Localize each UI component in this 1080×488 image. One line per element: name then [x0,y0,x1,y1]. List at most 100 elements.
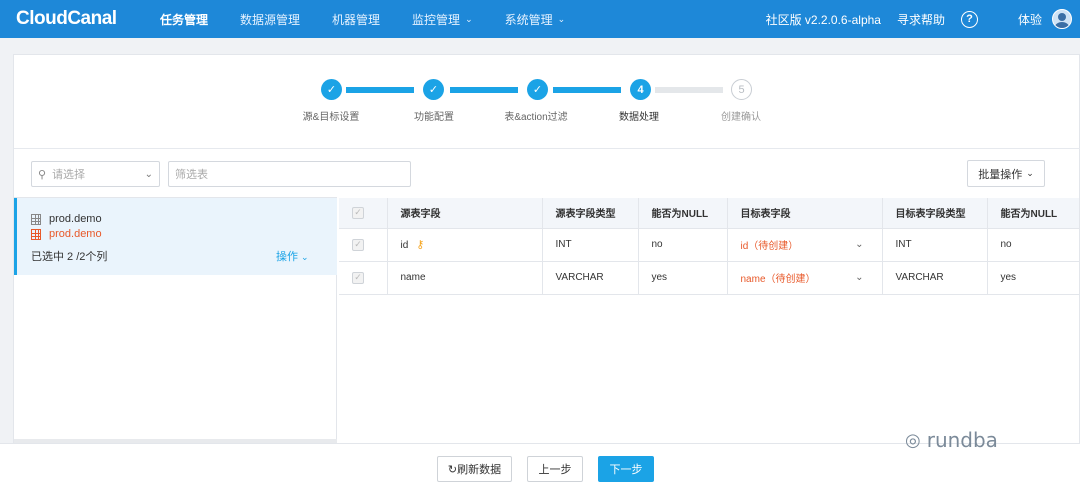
nav-label: 机器管理 [332,12,381,27]
target-field-cell[interactable]: name（待创建） ⌄ [727,261,883,295]
step-4-label: 数据处理 [619,112,659,123]
next-step-button[interactable]: 下一步 [598,456,654,482]
row-select-cell: ✓ [339,228,388,262]
row-checkbox[interactable]: ✓ [352,271,364,284]
chat-bubble-icon: ◎ [905,429,921,451]
target-field-select[interactable]: name（待创建） ⌄ [741,270,882,285]
watermark-text: rundba [926,428,998,452]
step-5-label: 创建确认 [721,112,761,123]
column-header: 源表字段 [387,198,543,229]
source-field: id [400,240,409,251]
target-type-cell: INT [882,228,988,262]
app-logo[interactable]: CloudCanal [16,8,136,30]
nav-label: 任务管理 [160,12,209,27]
source-type-cell: INT [542,228,639,262]
chevron-down-icon: ⌄ [855,239,864,250]
watermark: ◎ rundba [905,428,998,452]
nav-item-datasource[interactable]: 数据源管理 [240,11,300,28]
table-icon [31,213,41,225]
target-table-row: prod.demo [31,228,102,240]
prev-label: 上一步 [538,464,572,476]
target-field-select[interactable]: id（待创建） ⌄ [741,237,882,252]
target-field: name（待创建） [740,274,816,285]
op-label: 操作 [276,251,298,263]
primary-key-icon: ⚷ [416,239,425,251]
step-1-check-icon: ✓ [321,79,342,100]
batch-operation-button[interactable]: 批量操作 ⌄ [967,160,1045,187]
step-2-label: 功能配置 [414,112,454,123]
column-header: 目标表字段类型 [882,198,988,229]
target-nullable-cell: yes [987,261,1079,295]
schema-select[interactable]: ⚲ 请选择 ⌄ [31,161,160,187]
tree-item-prod-demo[interactable]: prod.demo prod.demo 已选中 2 /2个列 操作 ⌄ [14,198,337,275]
batch-label: 批量操作 [978,168,1023,181]
prev-step-button[interactable]: 上一步 [527,456,583,482]
table-row: ✓ id ⚷ INT no id（待创建） ⌄ INT no [339,228,1079,262]
source-field-cell: name [387,261,543,295]
column-header: 目标表字段 [727,198,883,229]
new-table-icon [31,228,41,240]
table-tree: prod.demo prod.demo 已选中 2 /2个列 操作 ⌄ [14,197,337,445]
step-progress: ✓ ✓ ✓ 4 5 源&目标设置 功能配置 表&action过滤 数据处理 创建… [14,55,1080,149]
target-field-cell[interactable]: id（待创建） ⌄ [727,228,883,262]
row-select-cell: ✓ [339,261,388,295]
next-label: 下一步 [609,464,643,476]
edition-label: 社区版 v2.2.0.6-alpha [765,12,881,27]
nav-label: 系统管理 [504,12,553,27]
chevron-down-icon: ⌄ [144,168,153,180]
step-4-number: 4 [630,79,651,100]
step-2-check-icon: ✓ [423,79,444,100]
column-mapping-table: ✓ 源表字段 源表字段类型 能否为NULL 目标表字段 目标表字段类型 能否为N… [339,198,1079,295]
avatar[interactable] [1052,9,1072,29]
step-connector [450,87,518,93]
help-link[interactable]: 寻求帮助 [897,11,945,28]
nav-right: 社区版 v2.2.0.6-alpha 寻求帮助 ? 体验 [766,9,1080,29]
step-connector [346,87,414,93]
step-connector [655,87,723,93]
step-connector [553,87,621,93]
nav-item-monitor[interactable]: 监控管理 ⌄ [412,11,473,28]
question-icon[interactable]: ? [960,10,978,28]
chevron-down-icon: ⌄ [465,13,473,24]
table-filter-input[interactable]: 筛选表 [168,161,411,187]
row-checkbox[interactable]: ✓ [352,238,364,251]
target-field: id（待创建） [740,241,799,252]
main-panel: ✓ ✓ ✓ 4 5 源&目标设置 功能配置 表&action过滤 数据处理 创建… [13,54,1080,445]
username[interactable]: 体验 [1018,11,1042,28]
refresh-icon: ↻ [447,463,458,476]
source-field-cell: id ⚷ [387,228,543,262]
search-icon: ⚲ [38,168,47,181]
source-table-name: prod.demo [49,213,102,225]
filter-placeholder: 筛选表 [175,169,208,181]
step-1-label: 源&目标设置 [302,112,360,123]
select-all-checkbox[interactable]: ✓ [352,206,364,219]
source-nullable-cell: yes [638,261,728,295]
select-placeholder: 请选择 [52,169,86,181]
chevron-down-icon: ⌄ [557,13,566,24]
nav-item-machines[interactable]: 机器管理 [332,11,380,28]
column-header: 能否为NULL [987,198,1079,229]
table-row: ✓ name VARCHAR yes name（待创建） ⌄ VARCHAR ye… [339,261,1079,295]
selected-count: 已选中 2 /2个列 [31,251,108,263]
step-3-label: 表&action过滤 [504,112,568,123]
source-table-row: prod.demo [31,213,102,225]
nav-item-system[interactable]: 系统管理 ⌄ [505,11,566,28]
nav-label: 监控管理 [412,12,461,27]
chevron-down-icon: ⌄ [1026,168,1034,178]
nav-label: 数据源管理 [240,12,301,27]
chevron-down-icon: ⌄ [301,252,309,262]
chevron-down-icon: ⌄ [855,272,864,283]
target-table-name: prod.demo [49,228,102,240]
column-header: 能否为NULL [638,198,728,229]
target-type-cell: VARCHAR [882,261,988,295]
table-header-row: ✓ 源表字段 源表字段类型 能否为NULL 目标表字段 目标表字段类型 能否为N… [339,198,1079,229]
step-3-check-icon: ✓ [527,79,548,100]
top-nav-bar: CloudCanal 任务管理 数据源管理 机器管理 监控管理 ⌄ 系统管理 ⌄ 社… [0,0,1080,38]
select-all-cell: ✓ [339,198,388,229]
tree-operation-dropdown[interactable]: 操作 ⌄ [276,248,309,264]
refresh-data-button[interactable]: ↻ 刷新数据 [437,456,512,482]
main-nav: 任务管理 数据源管理 机器管理 监控管理 ⌄ 系统管理 ⌄ [160,11,597,28]
target-nullable-cell: no [987,228,1079,262]
source-nullable-cell: no [638,228,728,262]
nav-item-tasks[interactable]: 任务管理 [160,11,208,28]
